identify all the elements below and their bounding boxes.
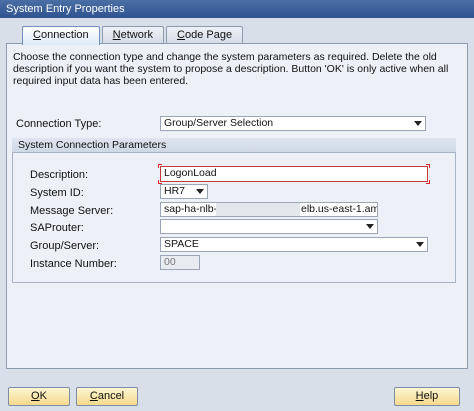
saprouter-label: SAProuter:	[30, 222, 84, 234]
description-label: Description:	[30, 169, 89, 181]
connection-type-dropdown[interactable]: Group/Server Selection	[160, 116, 426, 131]
description-value: LogonLoad	[164, 167, 217, 179]
tab-bar: Connection Network Code Page	[22, 26, 245, 45]
message-server-suffix: elb.us-east-1.am	[301, 203, 378, 215]
group-server-label: Group/Server:	[30, 240, 100, 252]
tab-connection[interactable]: Connection	[22, 26, 100, 45]
group-title: System Connection Parameters	[12, 138, 456, 153]
focus-corner-tr	[426, 164, 430, 168]
connection-type-value: Group/Server Selection	[164, 117, 274, 129]
chevron-down-icon	[366, 224, 374, 229]
system-id-dropdown[interactable]: HR7	[160, 184, 208, 199]
ok-button[interactable]: OK	[8, 387, 70, 406]
group-server-dropdown[interactable]: SPACE	[160, 237, 428, 252]
chevron-down-icon	[196, 189, 204, 194]
message-server-prefix: sap-ha-nlb-	[164, 203, 218, 215]
cancel-button[interactable]: Cancel	[76, 387, 138, 406]
system-id-label: System ID:	[30, 187, 84, 199]
instructions-text: Choose the connection type and change th…	[13, 51, 449, 87]
message-server-label: Message Server:	[30, 205, 114, 217]
instance-number-label: Instance Number:	[30, 258, 117, 270]
group-server-value: SPACE	[164, 238, 199, 250]
focus-corner-br	[426, 180, 430, 184]
system-id-value: HR7	[164, 185, 186, 197]
chevron-down-icon	[414, 121, 422, 126]
tab-code-page[interactable]: Code Page	[166, 26, 244, 44]
help-button[interactable]: Help	[394, 387, 460, 406]
focus-corner-tl	[158, 164, 162, 168]
instance-number-value: 00	[164, 256, 176, 268]
instance-number-input: 00	[160, 255, 200, 270]
saprouter-dropdown[interactable]	[160, 219, 378, 234]
description-input[interactable]: LogonLoad	[160, 166, 428, 182]
connection-type-label: Connection Type:	[16, 118, 102, 130]
chevron-down-icon	[416, 242, 424, 247]
redacted-region	[216, 203, 300, 216]
tab-network[interactable]: Network	[101, 26, 165, 44]
window-title: System Entry Properties	[0, 0, 474, 18]
